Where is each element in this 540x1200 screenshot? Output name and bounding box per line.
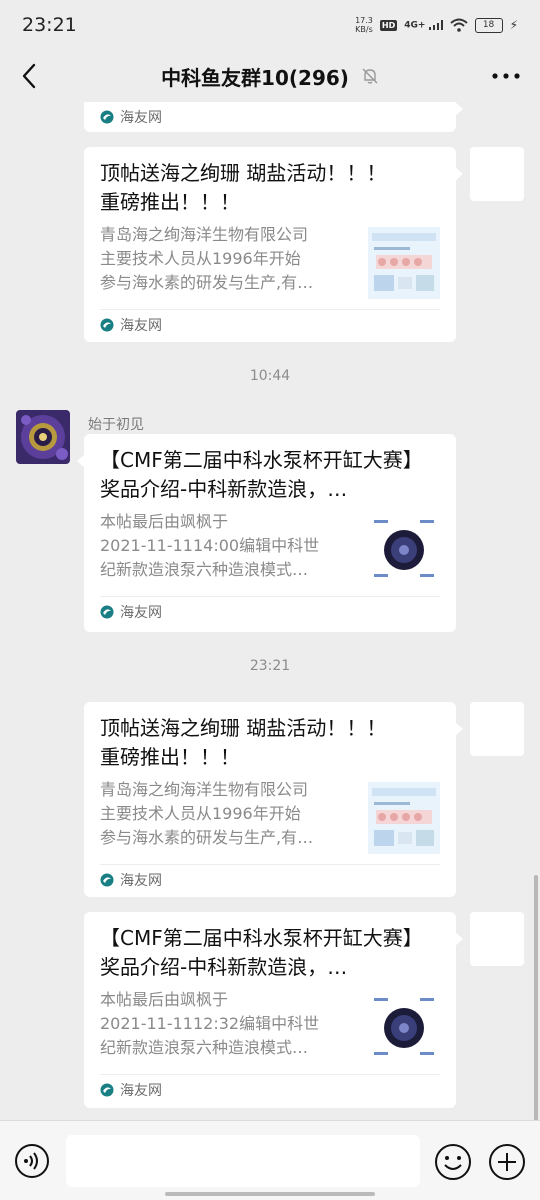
emoji-icon [435,1144,471,1180]
card-source: 海友网 [100,596,440,627]
source-label: 海友网 [120,605,162,621]
message-card[interactable]: 海友网 [84,102,463,132]
voice-button[interactable] [14,1143,50,1179]
chat-title-wrap: 中科鱼友群10(296) [161,62,379,91]
back-arrow-icon [22,63,36,89]
wifi-icon [449,18,468,32]
more-icon [492,73,520,79]
sender-name: 始于初见 [88,417,144,433]
timestamp: 10:44 [249,368,291,384]
source-label: 海友网 [120,873,162,889]
card-description: 本帖最后由飒枫于 2021-11-1112:32编辑中科世 纪新款造浪泵六种造浪… [100,990,320,1057]
home-indicator[interactable] [165,1192,375,1196]
avatar[interactable] [16,410,70,464]
card-thumbnail [368,782,440,854]
more-button[interactable] [488,60,524,92]
haiyou-logo-icon [100,605,114,619]
message-card[interactable]: 【CMF第二届中科水泵杯开缸大赛】奖品介绍-中科新款造浪，… 本帖最后由飒枫于 … [84,912,463,1108]
haiyou-logo-icon [100,1083,114,1097]
card-description: 青岛海之绚海洋生物有限公司 主要技术人员从1996年开始 参与海水素的研发与生产… [100,780,314,847]
card-description: 本帖最后由飒枫于 2021-11-1114:00编辑中科世 纪新款造浪泵六种造浪… [100,512,320,579]
scrollbar[interactable] [534,875,538,1125]
avatar[interactable] [470,702,524,756]
input-bar [0,1120,540,1200]
chat-header: 中科鱼友群10(296) [0,50,540,102]
card-thumbnail [368,514,440,586]
emoji-button[interactable] [434,1143,472,1181]
plus-icon [489,1144,525,1180]
card-title: 【CMF第二届中科水泵杯开缸大赛】奖品介绍-中科新款造浪，… [100,926,423,979]
message-card[interactable]: 【CMF第二届中科水泵杯开缸大赛】奖品介绍-中科新款造浪，… 本帖最后由飒枫于 … [77,434,456,632]
card-source: 海友网 [100,864,440,895]
net-speed: 17.3 KB/s [355,16,373,34]
signal-icon: 4G+ [404,19,443,31]
status-bar: 23:21 17.3 KB/s HD 4G+ 18 ⚡ [0,0,540,50]
card-source: 海友网 [100,309,440,340]
message-list[interactable]: 海友网 顶帖送海之绚珊 瑚盐活动！！！ 重磅推出！！！ 青岛海之绚海洋生物有限公… [0,102,540,1120]
source-label: 海友网 [120,110,162,126]
card-thumbnail [368,992,440,1064]
message-card[interactable]: 顶帖送海之绚珊 瑚盐活动！！！ 重磅推出！！！ 青岛海之绚海洋生物有限公司 主要… [84,147,463,342]
haiyou-logo-icon [100,318,114,332]
avatar[interactable] [470,912,524,966]
net-speed-value: 17.3 [355,16,373,25]
chat-title: 中科鱼友群10(296) [161,65,349,90]
charging-icon: ⚡ [509,18,518,32]
card-body: 本帖最后由飒枫于 2021-11-1112:32编辑中科世 纪新款造浪泵六种造浪… [100,988,440,1064]
haiyou-logo-icon [100,873,114,887]
card-body: 本帖最后由飒枫于 2021-11-1114:00编辑中科世 纪新款造浪泵六种造浪… [100,510,440,586]
card-description: 青岛海之绚海洋生物有限公司 主要技术人员从1996年开始 参与海水素的研发与生产… [100,225,314,292]
back-button[interactable] [14,60,44,92]
timestamp: 23:21 [249,658,291,674]
net-speed-unit: KB/s [355,25,373,34]
plus-button[interactable] [488,1143,526,1181]
avatar[interactable] [470,147,524,201]
source-label: 海友网 [120,318,162,334]
card-title: 【CMF第二届中科水泵杯开缸大赛】奖品介绍-中科新款造浪，… [100,448,423,501]
card-thumbnail [368,227,440,299]
card-source: 海友网 [100,102,440,132]
source-label: 海友网 [120,1083,162,1099]
card-body: 青岛海之绚海洋生物有限公司 主要技术人员从1996年开始 参与海水素的研发与生产… [100,223,440,299]
battery-icon: 18 [474,17,503,33]
card-title: 顶帖送海之绚珊 瑚盐活动！！！ 重磅推出！！！ [100,716,387,769]
hd-icon: HD [379,19,398,31]
status-time: 23:21 [22,14,77,36]
network-type: 4G+ [404,20,426,31]
voice-icon [15,1144,49,1178]
message-input[interactable] [66,1135,420,1187]
status-icons: 17.3 KB/s HD 4G+ 18 ⚡ [355,16,518,34]
message-card[interactable]: 顶帖送海之绚珊 瑚盐活动！！！ 重磅推出！！！ 青岛海之绚海洋生物有限公司 主要… [84,702,463,897]
mute-bell-icon [362,68,378,84]
card-source: 海友网 [100,1074,440,1105]
card-title: 顶帖送海之绚珊 瑚盐活动！！！ 重磅推出！！！ [100,161,387,214]
card-body: 青岛海之绚海洋生物有限公司 主要技术人员从1996年开始 参与海水素的研发与生产… [100,778,440,854]
haiyou-logo-icon [100,110,114,124]
